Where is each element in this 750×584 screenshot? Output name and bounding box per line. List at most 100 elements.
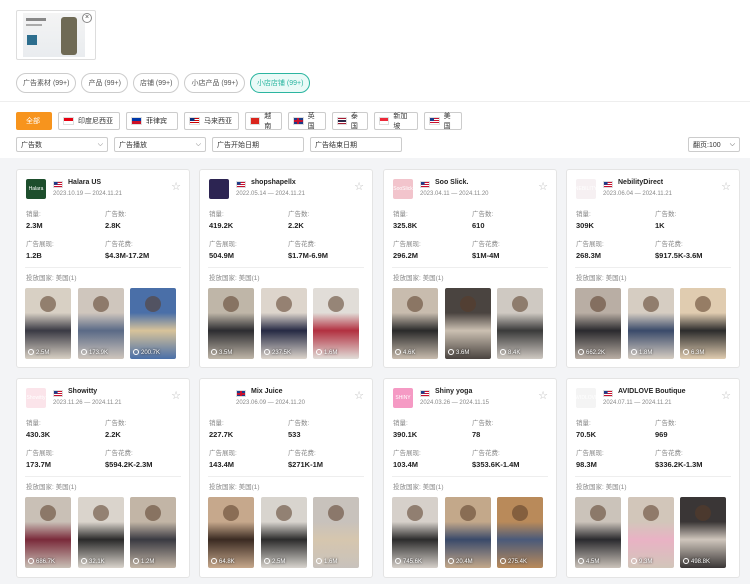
video-thumbnail[interactable]: 20.4M — [445, 497, 491, 568]
video-thumbnail[interactable]: 2.5M — [261, 497, 307, 568]
ads-stat: 广告数: 2.2K — [105, 420, 127, 439]
video-thumbnail[interactable]: 173.9K — [78, 288, 124, 359]
star-icon[interactable]: ☆ — [538, 389, 548, 402]
ads-stat: 广告数: 1K — [655, 211, 677, 230]
country-sg-button[interactable]: 新加坡 — [374, 112, 418, 130]
tab-shop-products[interactable]: 小店产品 (99+) — [184, 73, 245, 93]
country-gb-button[interactable]: 英国 — [288, 112, 326, 130]
tab-products[interactable]: 产品 (99+) — [81, 73, 128, 93]
star-icon[interactable]: ☆ — [354, 389, 364, 402]
country-all-button[interactable]: 全部 — [16, 112, 52, 130]
video-views: 1.2M — [133, 558, 154, 565]
store-name[interactable]: Halara US — [68, 179, 101, 186]
country-vn-button[interactable]: 越南 — [245, 112, 282, 130]
star-icon[interactable]: ☆ — [354, 180, 364, 193]
video-views: 200.7K — [133, 349, 160, 356]
store-card[interactable]: Showitty Showitty 2023.11.26 — 2024.11.21 ☆… — [16, 378, 190, 578]
video-thumbnail[interactable]: 8.4K — [497, 288, 543, 359]
store-logo: Halara — [26, 179, 46, 199]
impressions-stat: 广告展现: 103.4M — [393, 450, 421, 469]
star-icon[interactable]: ☆ — [171, 180, 181, 193]
chevron-down-icon: ⌵ — [97, 140, 103, 148]
video-thumbnail[interactable]: 4.5M — [575, 497, 621, 568]
play-icon — [264, 558, 270, 564]
store-name[interactable]: Showitty — [68, 388, 97, 395]
store-card[interactable]: AVIDLOVE AVIDLOVE Boutique 2024.07.11 — 20… — [566, 378, 740, 578]
store-card[interactable]: Mix Juice 2023.06.09 — 2024.11.20 ☆ 销量: 227.… — [199, 378, 373, 578]
store-card[interactable]: Halara Halara US 2023.10.19 — 2024.11.21 ☆ 销… — [16, 169, 190, 368]
video-thumbnail[interactable]: 6.3M — [680, 288, 726, 359]
chevron-down-icon: ⌵ — [729, 140, 735, 148]
video-thumbnail[interactable]: 9.3M — [628, 497, 674, 568]
ad-count-select[interactable]: 广告数 ⌵ — [16, 137, 108, 152]
store-card[interactable]: SooSlick Soo Slick. 2023.04.11 — 2024.11.2… — [383, 169, 557, 368]
store-name[interactable]: AVIDLOVE Boutique — [618, 388, 686, 395]
store-card[interactable]: NEBILITY NebilityDirect 2023.06.04 — 2024.… — [566, 169, 740, 368]
product-image — [23, 13, 85, 57]
close-icon[interactable]: × — [82, 13, 92, 23]
store-date-range: 2022.05.14 — 2024.11.21 — [236, 191, 305, 197]
tab-ad-creatives[interactable]: 广告素材 (99+) — [16, 73, 77, 93]
play-icon — [28, 349, 34, 355]
sales-stat: 销量: 227.7K — [209, 420, 234, 439]
video-thumbnail[interactable]: 498.8K — [680, 497, 726, 568]
spend-stat: 广告花费: $353.6K-1.4M — [472, 450, 520, 469]
store-name[interactable]: Mix Juice — [251, 388, 283, 395]
tab-shop-stores[interactable]: 小店店铺 (99+) — [249, 73, 311, 93]
video-thumbnail[interactable]: 237.5K — [261, 288, 307, 359]
country-label: 新加坡 — [393, 113, 408, 130]
star-icon[interactable]: ☆ — [721, 180, 731, 193]
store-card[interactable]: shopshapellx 2022.05.14 — 2024.11.21 ☆ 销量: 4… — [199, 169, 373, 368]
video-thumbnail[interactable]: 1.8M — [628, 288, 674, 359]
play-icon — [395, 349, 401, 355]
start-date-input[interactable]: 广告开始日期 — [212, 137, 304, 152]
video-views: 686.7K — [28, 558, 55, 565]
video-views: 6.3M — [683, 349, 704, 356]
store-date-range: 2023.04.11 — 2024.11.20 — [420, 191, 489, 197]
video-thumbnail[interactable]: 1.2M — [130, 497, 176, 568]
video-thumbnail[interactable]: 686.7K — [25, 497, 71, 568]
ad-country: 投放国家: 美国(1) — [209, 484, 260, 491]
video-views: 275.4K — [500, 558, 527, 565]
play-icon — [28, 558, 34, 564]
star-icon[interactable]: ☆ — [538, 180, 548, 193]
star-icon[interactable]: ☆ — [171, 389, 181, 402]
store-card[interactable]: SHINY Shiny yoga 2024.03.26 — 2024.11.15 ☆ 销… — [383, 378, 557, 578]
video-thumbnail[interactable]: 275.4K — [497, 497, 543, 568]
video-views: 20.4M — [448, 558, 473, 565]
video-thumbnail[interactable]: 64.8K — [208, 497, 254, 568]
end-date-input[interactable]: 广告结束日期 — [310, 137, 402, 152]
store-name[interactable]: shopshapellx — [251, 179, 296, 186]
video-thumbnail[interactable]: 1.6M — [313, 288, 359, 359]
page-size-select[interactable]: 翻页:100 ⌵ — [688, 137, 740, 152]
country-th-button[interactable]: 泰国 — [332, 112, 368, 130]
store-name[interactable]: Shiny yoga — [435, 388, 472, 395]
tab-stores[interactable]: 店铺 (99+) — [132, 73, 180, 93]
flag-gb-icon — [293, 117, 304, 125]
ads-stat: 广告数: 533 — [288, 420, 310, 439]
store-name[interactable]: NebilityDirect — [618, 179, 663, 186]
flag-us-icon — [53, 181, 63, 188]
store-name[interactable]: Soo Slick. — [435, 179, 468, 186]
country-ph-button[interactable]: 菲律宾 — [126, 112, 178, 130]
ad-country: 投放国家: 美国(1) — [576, 484, 627, 491]
flag-us-icon — [236, 181, 246, 188]
play-icon — [448, 558, 454, 564]
video-thumbnail[interactable]: 3.5M — [208, 288, 254, 359]
play-icon — [264, 349, 270, 355]
star-icon[interactable]: ☆ — [721, 389, 731, 402]
ad-plays-select[interactable]: 广告播放 ⌵ — [114, 137, 206, 152]
country-label: 泰国 — [350, 113, 358, 130]
country-id-button[interactable]: 印度尼西亚 — [58, 112, 120, 130]
video-thumbnail[interactable]: 3.6M — [445, 288, 491, 359]
video-thumbnail[interactable]: 32.1K — [78, 497, 124, 568]
country-us-button[interactable]: 美国 — [424, 112, 462, 130]
video-thumbnail[interactable]: 662.2K — [575, 288, 621, 359]
video-thumbnail[interactable]: 2.5M — [25, 288, 71, 359]
country-my-button[interactable]: 马来西亚 — [184, 112, 239, 130]
video-thumbnail[interactable]: 200.7K — [130, 288, 176, 359]
video-thumbnail[interactable]: 4.6K — [392, 288, 438, 359]
video-thumbnail[interactable]: 745.6K — [392, 497, 438, 568]
video-thumbnail[interactable]: 1.6M — [313, 497, 359, 568]
spend-stat: 广告花费: $1.7M-6.9M — [288, 241, 329, 260]
